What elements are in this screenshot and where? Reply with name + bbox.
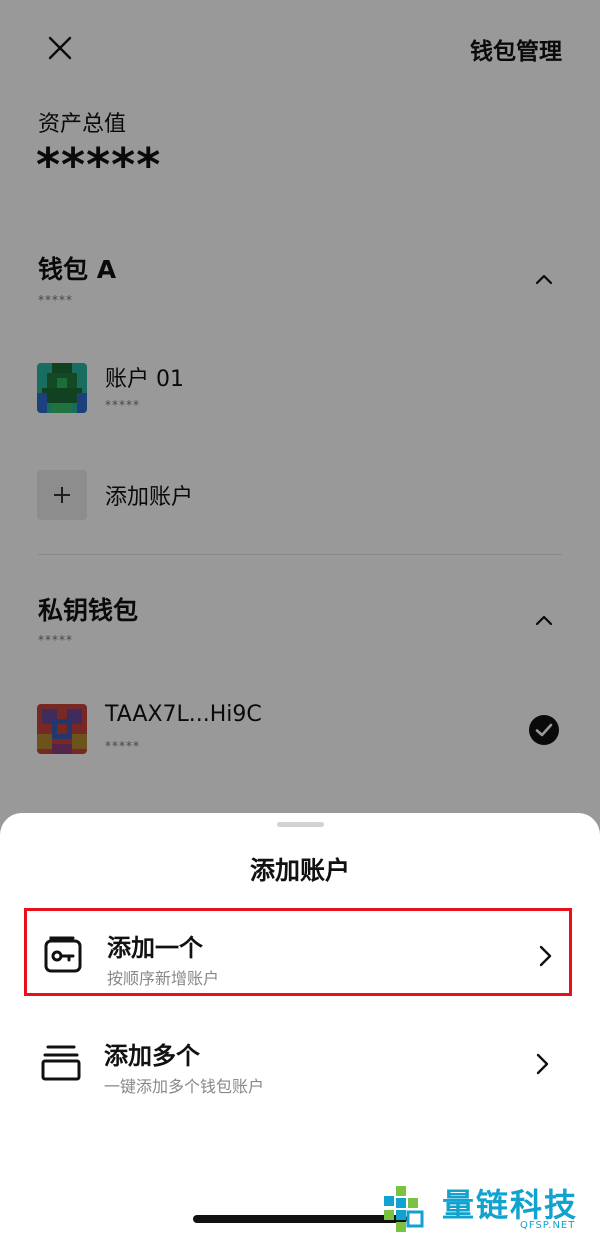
add-one-subtitle: 按顺序新增账户 [107, 969, 220, 988]
stack-icon [41, 1045, 81, 1081]
wallet-key-icon [44, 936, 82, 973]
wallet-management-page: 钱包管理 资产总值 ***** 钱包 A ***** 账户 01 ***** 添… [0, 0, 600, 1239]
watermark: 量链科技 QFSP.NET [380, 1178, 600, 1238]
add-multiple-subtitle: 一键添加多个钱包账户 [104, 1077, 265, 1096]
add-one-option[interactable]: 添加一个 按顺序新增账户 [24, 908, 572, 996]
home-indicator[interactable] [193, 1215, 407, 1223]
add-account-sheet: 添加账户 添加一个 按顺序新增账户 添加多个 一键添加多个钱包账户 [0, 813, 600, 1239]
add-multiple-option[interactable]: 添加多个 一键添加多个钱包账户 [24, 1019, 572, 1107]
add-one-title: 添加一个 [107, 934, 203, 962]
watermark-subtext: QFSP.NET [520, 1220, 576, 1231]
chevron-right-icon [539, 945, 552, 967]
sheet-title: 添加账户 [249, 856, 350, 885]
sheet-grabber-handle[interactable] [277, 822, 324, 827]
add-multiple-title: 添加多个 [104, 1042, 200, 1070]
watermark-logo-icon [384, 1186, 424, 1232]
chevron-right-icon [536, 1053, 549, 1075]
